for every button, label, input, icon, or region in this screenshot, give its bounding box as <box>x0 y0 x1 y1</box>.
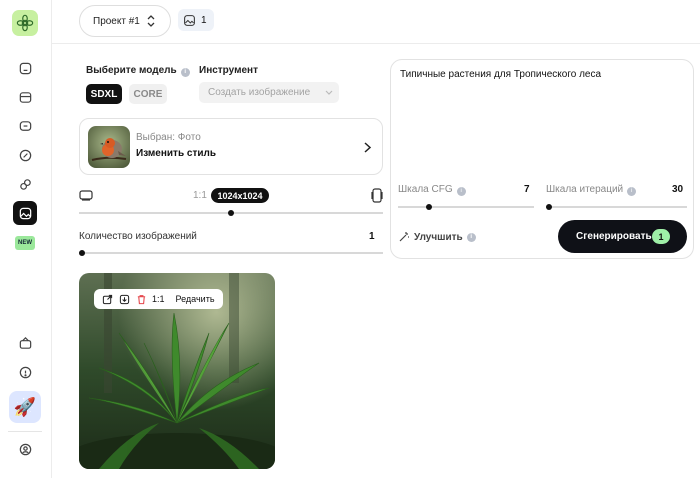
info-icon[interactable]: i <box>180 68 190 77</box>
link-icon[interactable] <box>13 172 37 196</box>
prompt-textarea[interactable]: Типичные растения для Тропического леса <box>400 69 601 80</box>
user-icon[interactable] <box>13 437 37 461</box>
magic-wand-icon <box>399 232 409 242</box>
info-icon[interactable]: i <box>466 232 476 242</box>
model-option-core[interactable]: CORE <box>129 84 167 104</box>
iterations-label: Шкала итераций i <box>546 184 637 196</box>
help-icon[interactable] <box>13 360 37 384</box>
image-count-badge[interactable]: 1 <box>178 9 214 31</box>
iterations-slider-knob[interactable] <box>546 204 552 210</box>
generate-button[interactable]: Сгенерировать 1 <box>558 220 687 253</box>
cfg-value: 7 <box>524 184 530 195</box>
delete-icon[interactable] <box>135 293 147 305</box>
generate-label: Сгенерировать <box>576 231 652 242</box>
image-quantity-slider[interactable] <box>79 250 383 256</box>
iterations-slider[interactable] <box>546 204 687 210</box>
download-icon[interactable] <box>118 293 130 305</box>
iterations-value: 30 <box>672 184 684 195</box>
new-badge[interactable]: NEW <box>15 236 35 250</box>
aspect-ratio-slider-knob[interactable] <box>228 210 234 216</box>
edit-icon[interactable] <box>13 143 37 167</box>
logo-icon[interactable] <box>12 10 38 36</box>
tool-select-value: Создать изображение <box>208 87 311 98</box>
tool-select[interactable]: Создать изображение <box>199 82 339 103</box>
prompt-panel: Типичные растения для Тропического леса … <box>390 59 694 259</box>
generate-count-badge: 1 <box>652 229 670 244</box>
landscape-icon[interactable] <box>79 189 93 201</box>
sidebar-divider <box>8 431 42 432</box>
info-icon[interactable]: i <box>456 187 466 196</box>
tool-label: Инструмент <box>199 65 258 76</box>
project-selector[interactable]: Проект #1 <box>79 5 171 37</box>
chat-icon[interactable] <box>13 114 37 138</box>
style-thumbnail <box>88 126 130 168</box>
image-icon[interactable] <box>13 201 37 225</box>
style-selected-label: Выбран: Фото <box>136 132 201 143</box>
image-quantity-label: Количество изображений <box>79 231 197 242</box>
rocket-icon[interactable]: 🚀 <box>9 391 41 423</box>
share-icon[interactable] <box>101 293 113 305</box>
info-icon[interactable]: i <box>627 187 637 196</box>
cfg-label: Шкала CFG i <box>398 184 466 196</box>
gallery-icon <box>184 14 195 26</box>
image-toolbar: 1:1 Редачить <box>94 289 223 309</box>
image-quantity-slider-knob[interactable] <box>79 250 85 256</box>
chevron-down-icon <box>325 90 333 95</box>
image-count-value: 1 <box>201 14 207 26</box>
settings-icon[interactable] <box>13 331 37 355</box>
project-label: Проект #1 <box>93 15 140 27</box>
sidebar: NEW 🚀 <box>0 0 52 478</box>
home-icon[interactable] <box>13 56 37 80</box>
size-pill: 1024x1024 <box>211 188 269 203</box>
image-quantity-value: 1 <box>369 231 375 242</box>
generated-image[interactable]: 1:1 Редачить <box>79 273 275 469</box>
model-option-sdxl[interactable]: SDXL <box>86 84 122 104</box>
top-bar: Проект #1 1 <box>52 0 700 44</box>
app-root: NEW 🚀 Проект #1 1 Выберите модель i Инстр… <box>0 0 700 478</box>
archive-icon[interactable] <box>13 85 37 109</box>
ratio-text: 1:1 <box>193 190 207 201</box>
style-card[interactable]: Выбран: Фото Изменить стиль <box>79 118 383 175</box>
portrait-icon[interactable] <box>371 188 383 203</box>
aspect-ratio-row: 1:1 1024x1024 <box>79 187 383 205</box>
aspect-ratio-slider[interactable] <box>79 210 383 216</box>
image-ratio-label[interactable]: 1:1 <box>152 294 165 304</box>
chevron-updown-icon <box>147 15 155 27</box>
cfg-slider[interactable] <box>398 204 534 210</box>
edit-image-button[interactable]: Редачить <box>176 294 215 304</box>
cfg-slider-knob[interactable] <box>426 204 432 210</box>
improve-toggle[interactable]: Улучшить i <box>398 231 476 243</box>
model-label: Выберите модель i <box>86 65 190 77</box>
style-change-label: Изменить стиль <box>136 148 216 159</box>
chevron-right-icon <box>364 142 372 153</box>
